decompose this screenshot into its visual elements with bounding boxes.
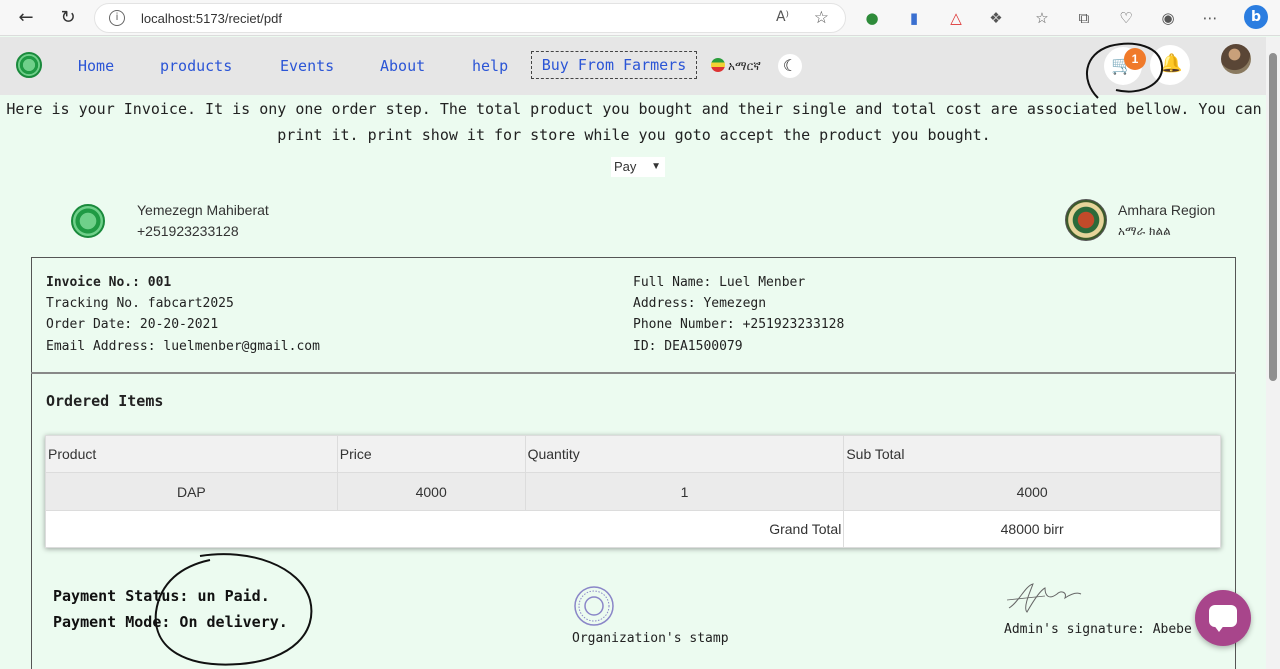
- nav-events-link[interactable]: Events: [280, 57, 334, 75]
- admin-signature: [1006, 583, 1082, 613]
- payment-status: Payment Status: un Paid.: [53, 587, 270, 605]
- read-aloud-icon[interactable]: A⁾: [776, 9, 789, 25]
- invoice-number: Invoice No.: 001: [46, 275, 171, 290]
- site-logo[interactable]: [16, 52, 42, 78]
- shield-icon[interactable]: △: [946, 8, 966, 28]
- bell-icon[interactable]: 🔔: [1160, 53, 1182, 74]
- buy-from-farmers-button[interactable]: Buy From Farmers: [531, 51, 697, 79]
- more-menu-icon[interactable]: ⋯: [1200, 8, 1220, 28]
- order-date: Order Date: 20-20-2021: [46, 317, 219, 332]
- favorites-icon[interactable]: ☆: [1032, 8, 1052, 28]
- chevron-down-icon: ▼: [651, 161, 661, 172]
- signature-label: Admin's signature: Abebe: [1004, 622, 1192, 637]
- favorite-star-icon[interactable]: ☆: [814, 8, 829, 28]
- pay-select[interactable]: Pay ▼: [611, 157, 665, 177]
- extension-doc-icon[interactable]: ▮: [904, 8, 924, 28]
- scrollbar-thumb[interactable]: [1269, 53, 1277, 381]
- region-subtitle: አማራ ክልል: [1118, 224, 1171, 238]
- collections-icon[interactable]: ⧉: [1074, 8, 1094, 28]
- extensions-puzzle-icon[interactable]: ❖: [986, 8, 1006, 28]
- invoice-number-label: Invoice No.:: [46, 275, 140, 290]
- phone-number: Phone Number: +251923233128: [633, 317, 845, 332]
- organization-name: Yemezegn Mahiberat: [137, 202, 269, 218]
- browser-essentials-icon[interactable]: ♡: [1116, 8, 1136, 28]
- cell-price: 4000: [336, 472, 526, 511]
- nav-about-link[interactable]: About: [380, 57, 425, 75]
- ordered-items-title: Ordered Items: [46, 392, 164, 410]
- organization-stamp: [574, 586, 614, 626]
- customer-id: ID: DEA1500079: [633, 339, 743, 354]
- language-label: አማርኛ: [728, 59, 761, 73]
- tracking-number: Tracking No. fabcart2025: [46, 296, 234, 311]
- nav-help-link[interactable]: help: [472, 57, 508, 75]
- ethiopia-flag-icon: [711, 58, 725, 72]
- table-header-row: Product Price Quantity Sub Total: [45, 435, 1221, 473]
- pay-select-value: Pay: [614, 159, 637, 174]
- payment-mode: Payment Mode: On delivery.: [53, 613, 288, 631]
- header-subtotal: Sub Total: [843, 435, 1221, 473]
- dark-mode-moon-icon[interactable]: ☾: [778, 54, 802, 78]
- ordered-items-table: Product Price Quantity Sub Total DAP 400…: [44, 435, 1221, 548]
- info-icon[interactable]: i: [109, 10, 125, 26]
- url-text: localhost:5173/reciet/pdf: [141, 11, 282, 26]
- cell-quantity: 1: [524, 472, 845, 511]
- cell-product: DAP: [45, 472, 338, 511]
- chat-bubble-tail: [1213, 624, 1225, 632]
- header-product: Product: [45, 435, 338, 473]
- app-navbar: Home products Events About help Buy From…: [0, 37, 1266, 95]
- header-quantity: Quantity: [524, 435, 845, 473]
- email-address: Email Address: luelmenber@gmail.com: [46, 339, 320, 354]
- table-row: DAP 4000 1 4000: [45, 472, 1221, 511]
- back-icon[interactable]: ←: [14, 6, 38, 30]
- region-name: Amhara Region: [1118, 202, 1216, 218]
- organization-phone: +251923233128: [137, 223, 239, 239]
- cell-subtotal: 4000: [843, 472, 1221, 511]
- bing-copilot-icon[interactable]: b: [1244, 5, 1268, 29]
- invoice-number-value: 001: [147, 275, 172, 290]
- divider: [31, 372, 1236, 374]
- chat-button[interactable]: [1195, 590, 1251, 646]
- header-price: Price: [336, 435, 526, 473]
- profile-icon[interactable]: ◉: [1158, 8, 1178, 28]
- invoice-intro-text: Here is your Invoice. It is ony one orde…: [6, 100, 1262, 144]
- amhara-region-seal: [1065, 199, 1107, 241]
- nav-home-link[interactable]: Home: [78, 57, 114, 75]
- user-avatar[interactable]: [1221, 44, 1251, 74]
- grand-total-value: 48000 birr: [843, 510, 1221, 548]
- grand-total-row: Grand Total 48000 birr: [44, 510, 1221, 548]
- grand-total-label: Grand Total: [44, 510, 845, 548]
- address-bar[interactable]: i localhost:5173/reciet/pdf A⁾ ☆: [94, 3, 846, 33]
- cart-count-badge: 1: [1124, 48, 1146, 70]
- organization-logo: [71, 204, 105, 238]
- stamp-label: Organization's stamp: [572, 631, 729, 646]
- browser-toolbar: ← ↻ i localhost:5173/reciet/pdf A⁾ ☆ ● ▮…: [0, 0, 1280, 36]
- full-name: Full Name: Luel Menber: [633, 275, 806, 290]
- reload-icon[interactable]: ↻: [56, 6, 80, 30]
- nav-products-link[interactable]: products: [160, 57, 232, 75]
- language-toggle[interactable]: አማርኛ: [711, 58, 761, 74]
- address: Address: Yemezegn: [633, 296, 767, 311]
- extension-globe-icon[interactable]: ●: [862, 8, 882, 28]
